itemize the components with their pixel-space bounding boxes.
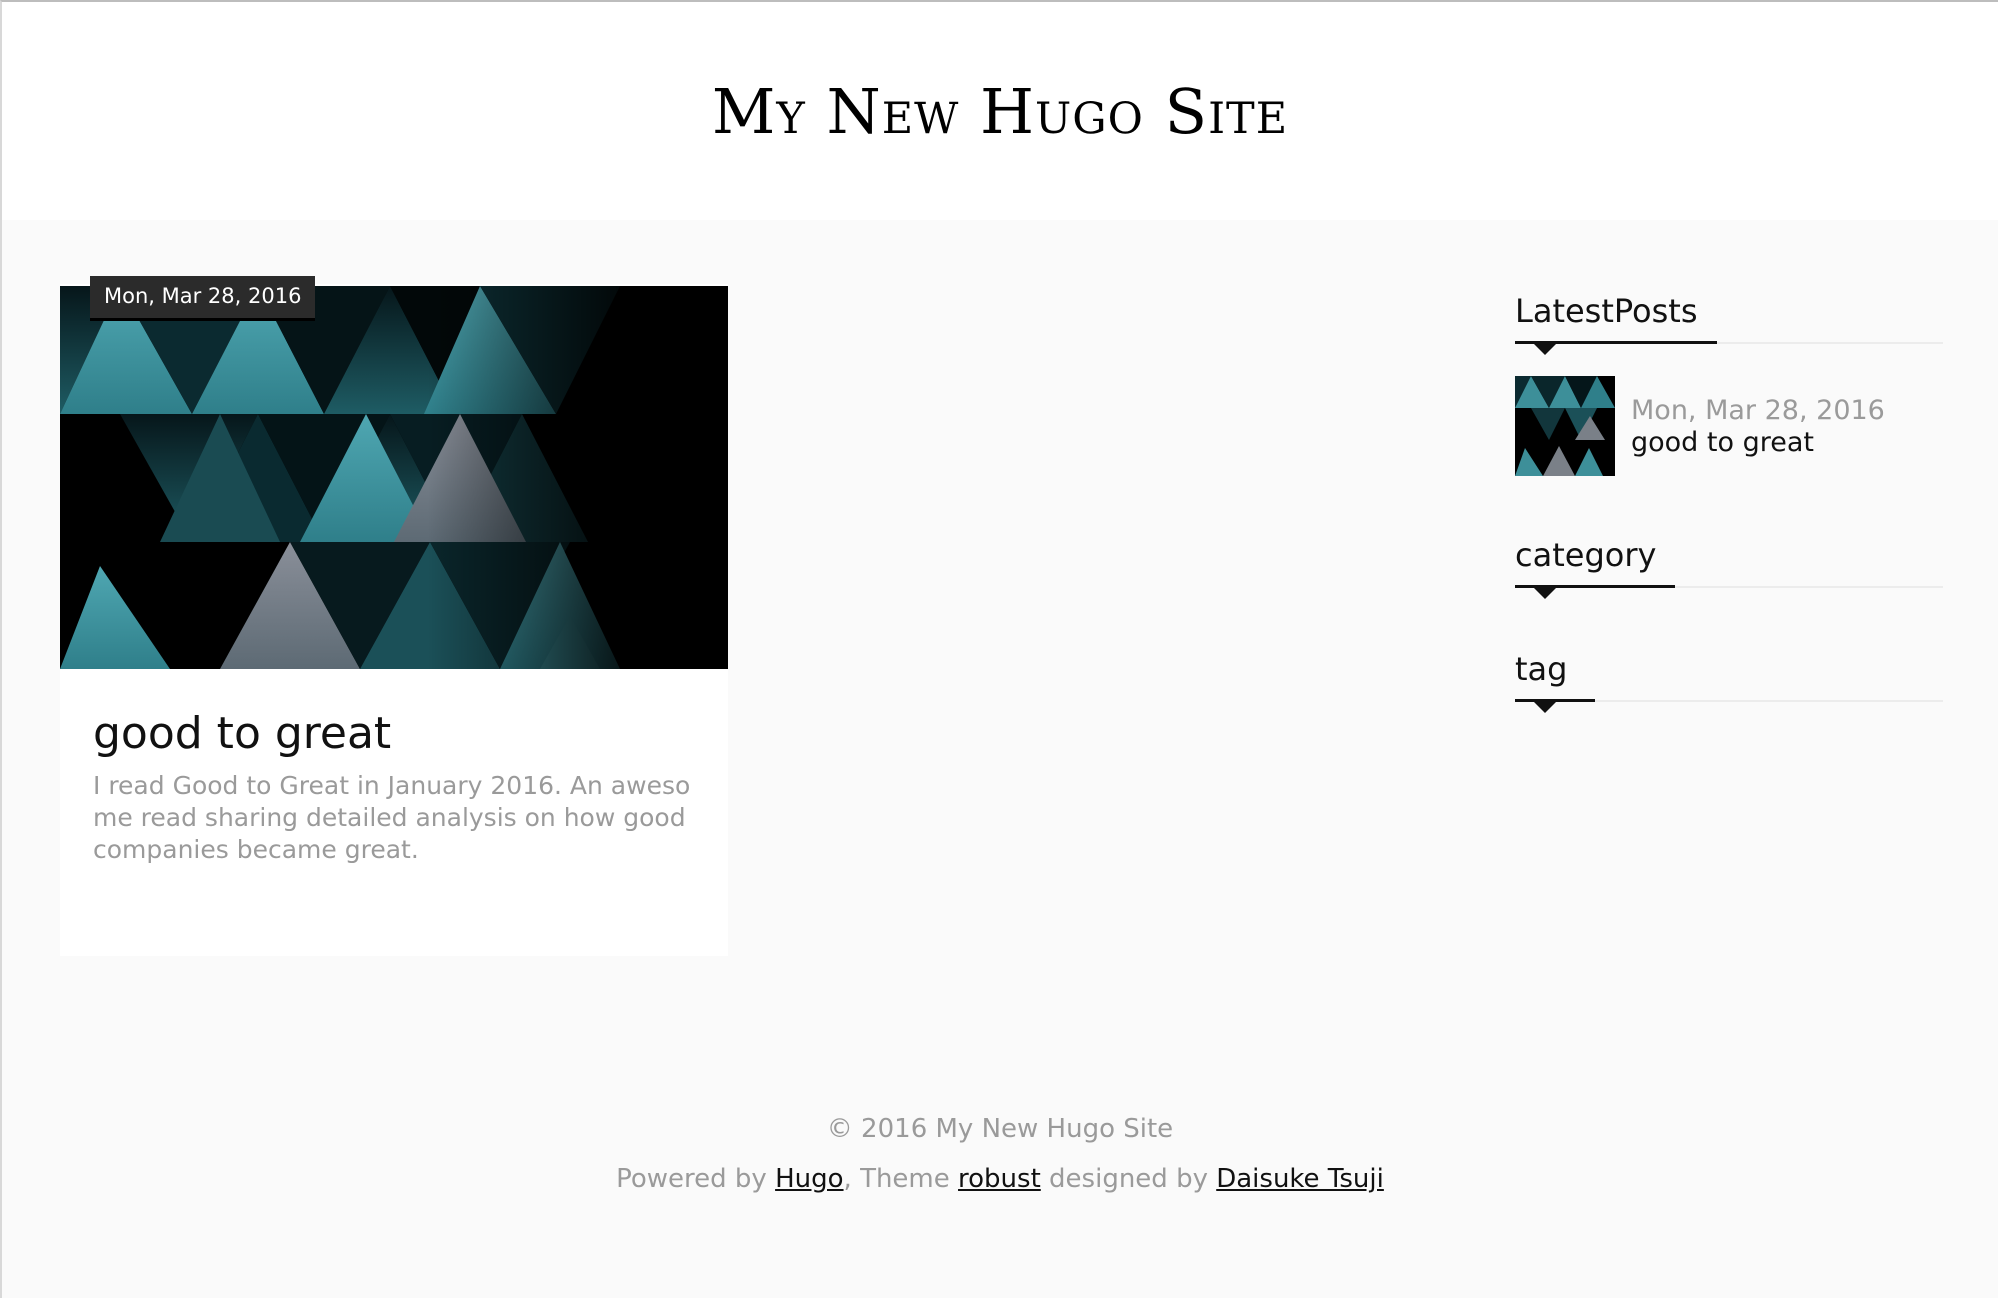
- post-card: Mon, Mar 28, 2016 good to great I read G…: [60, 276, 728, 956]
- tag-heading: tag: [1515, 650, 1568, 688]
- post-cover-image[interactable]: [60, 286, 728, 669]
- sidebar: LatestPosts Mon, Mar 28, 2016 good to gr…: [1515, 292, 1943, 713]
- category-divider: [1515, 585, 1943, 599]
- category-widget: category: [1515, 536, 1943, 599]
- post-summary: I read Good to Great in January 2016. An…: [93, 771, 691, 864]
- latest-post-meta: Mon, Mar 28, 2016 good to great: [1631, 394, 1885, 458]
- post-date-badge: Mon, Mar 28, 2016: [90, 276, 316, 321]
- theme-link[interactable]: robust: [958, 1164, 1041, 1194]
- caret-down-icon: [1534, 588, 1556, 599]
- latest-posts-divider: [1515, 341, 1943, 355]
- site-title-link[interactable]: My New Hugo Site: [712, 75, 1288, 148]
- latest-post-item[interactable]: Mon, Mar 28, 2016 good to great: [1515, 376, 1943, 476]
- caret-down-icon: [1534, 702, 1556, 713]
- designer-link[interactable]: Daisuke Tsuji: [1216, 1164, 1384, 1194]
- footer-designed-prefix: designed by: [1040, 1164, 1217, 1194]
- caret-down-icon: [1534, 344, 1556, 355]
- latest-post-link[interactable]: good to great: [1631, 428, 1885, 458]
- tag-widget: tag: [1515, 650, 1943, 713]
- latest-post-date: Mon, Mar 28, 2016: [1631, 395, 1885, 426]
- post-title-link[interactable]: good to great: [93, 708, 391, 759]
- site-footer: © 2016 My New Hugo Site Powered by Hugo,…: [2, 1114, 1998, 1194]
- tag-divider: [1515, 699, 1943, 713]
- hugo-link[interactable]: Hugo: [775, 1164, 843, 1194]
- footer-powered-prefix: Powered by: [616, 1164, 776, 1194]
- latest-post-thumbnail[interactable]: [1515, 376, 1615, 476]
- footer-theme-prefix: , Theme: [843, 1164, 959, 1194]
- footer-copyright: © 2016 My New Hugo Site: [826, 1114, 1174, 1144]
- latest-posts-heading: LatestPosts: [1515, 292, 1698, 330]
- site-header: My New Hugo Site: [2, 2, 1998, 220]
- footer-credits: Powered by Hugo, Theme robust designed b…: [616, 1164, 1384, 1194]
- category-heading: category: [1515, 536, 1657, 574]
- latest-posts-widget: LatestPosts Mon, Mar 28, 2016 good to gr…: [1515, 292, 1943, 476]
